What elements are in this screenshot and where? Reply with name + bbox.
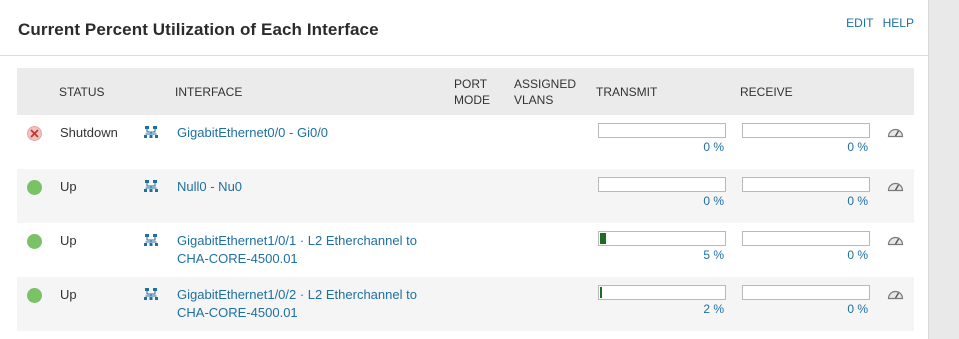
transmit-bar [598, 231, 726, 246]
column-header-assigned-vlans: ASSIGNED VLANS [514, 76, 576, 108]
utilization-panel: Current Percent Utilization of Each Inte… [0, 0, 929, 339]
receive-percent[interactable]: 0 % [742, 302, 868, 316]
shutdown-x-icon [27, 126, 42, 141]
header-links: EDIT HELP [840, 16, 914, 30]
table-header: STATUS INTERFACE PORT MODE ASSIGNED VLAN… [17, 68, 914, 115]
column-header-interface: INTERFACE [175, 85, 243, 99]
transmit-percent[interactable]: 0 % [598, 140, 724, 154]
interface-name: GigabitEthernet0/0 - Gi0/0 [177, 125, 329, 140]
table-row: Up GigabitEthernet1/0/2 · L2 Etherchanne… [17, 277, 914, 331]
interface-link[interactable]: GigabitEthernet0/0 - Gi0/0 [177, 124, 452, 142]
transmit-bar [598, 285, 726, 300]
column-header-receive: RECEIVE [740, 85, 793, 99]
table-row: Up Null0 - Nu0 0 % 0 % [17, 169, 914, 223]
column-header-assigned-vlans-line1: ASSIGNED [514, 77, 577, 91]
interface-name: GigabitEthernet1/0/1 · L2 Etherchannel t… [177, 233, 417, 248]
interface-table: STATUS INTERFACE PORT MODE ASSIGNED VLAN… [17, 68, 914, 331]
transmit-percent[interactable]: 2 % [598, 302, 724, 316]
status-up-icon [27, 288, 42, 303]
column-header-assigned-vlans-line2: VLANS [514, 93, 554, 107]
transmit-percent[interactable]: 0 % [598, 194, 724, 208]
help-link[interactable]: HELP [883, 16, 914, 30]
interface-name: GigabitEthernet1/0/2 · L2 Etherchannel t… [177, 287, 417, 302]
receive-bar [742, 123, 870, 138]
receive-percent[interactable]: 0 % [742, 248, 868, 262]
status-text: Up [60, 287, 77, 302]
status-text: Up [60, 233, 77, 248]
interface-description: CHA-CORE-4500.01 [177, 305, 298, 320]
network-interface-icon [144, 234, 158, 246]
transmit-percent[interactable]: 5 % [598, 248, 724, 262]
receive-percent[interactable]: 0 % [742, 194, 868, 208]
transmit-bar-fill [600, 287, 603, 298]
receive-bar [742, 177, 870, 192]
status-text: Up [60, 179, 77, 194]
table-row: Up GigabitEthernet1/0/1 · L2 Etherchanne… [17, 223, 914, 277]
column-header-port-mode-line1: PORT [454, 77, 488, 91]
gauge-icon[interactable] [887, 234, 904, 246]
gauge-icon[interactable] [887, 180, 904, 192]
interface-description: CHA-CORE-4500.01 [177, 251, 298, 266]
interface-link[interactable]: Null0 - Nu0 [177, 178, 452, 196]
network-interface-icon [144, 126, 158, 138]
gauge-icon[interactable] [887, 126, 904, 138]
column-header-port-mode-line2: MODE [454, 93, 490, 107]
interface-link[interactable]: GigabitEthernet1/0/1 · L2 Etherchannel t… [177, 232, 452, 268]
status-up-icon [27, 180, 42, 195]
network-interface-icon [144, 180, 158, 192]
receive-bar [742, 231, 870, 246]
network-interface-icon [144, 288, 158, 300]
table-row: Shutdown GigabitEthernet0/0 - Gi0/0 0 % … [17, 115, 914, 169]
gauge-icon[interactable] [887, 288, 904, 300]
transmit-bar-fill [600, 233, 607, 244]
receive-percent[interactable]: 0 % [742, 140, 868, 154]
interface-name: Null0 - Nu0 [177, 179, 243, 194]
column-header-port-mode: PORT MODE [454, 76, 490, 108]
panel-header: Current Percent Utilization of Each Inte… [0, 0, 928, 56]
status-up-icon [27, 234, 42, 249]
receive-bar [742, 285, 870, 300]
status-text: Shutdown [60, 125, 118, 140]
interface-link[interactable]: GigabitEthernet1/0/2 · L2 Etherchannel t… [177, 286, 452, 322]
transmit-bar [598, 177, 726, 192]
edit-link[interactable]: EDIT [846, 16, 873, 30]
column-header-status: STATUS [59, 85, 105, 99]
transmit-bar [598, 123, 726, 138]
column-header-transmit: TRANSMIT [596, 85, 658, 99]
panel-title: Current Percent Utilization of Each Inte… [18, 20, 379, 39]
